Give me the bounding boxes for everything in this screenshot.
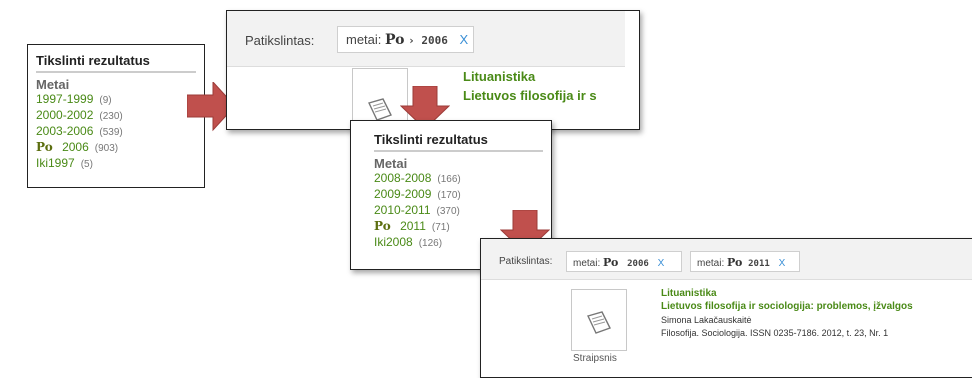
- chip-value: 2006: [627, 259, 649, 269]
- facet-count: (230): [99, 111, 123, 122]
- refine-title: Tikslinti rezultatus: [374, 132, 543, 152]
- refine-title: Tikslinti rezultatus: [36, 53, 196, 73]
- filter-chip[interactable]: metai: Po › 2006 X: [337, 26, 474, 53]
- chip-value: › 2006: [408, 34, 448, 47]
- result-type-label: Straipsnis: [573, 353, 617, 364]
- refine-panel-1: Tikslinti rezultatus Metai 1997-1999 (9) …: [27, 44, 205, 188]
- facet-item[interactable]: 1997-1999 (9): [36, 92, 196, 108]
- facet-link[interactable]: Iki2008: [374, 235, 413, 249]
- chip-po-prefix: Po: [385, 32, 405, 48]
- result-subtitle-link[interactable]: Lietuvos filosofija ir sociologija: prob…: [661, 301, 913, 312]
- close-icon[interactable]: X: [779, 258, 786, 269]
- facet-item[interactable]: 2008-2008 (166): [374, 171, 543, 187]
- facet-count: (5): [80, 159, 93, 170]
- facet-link[interactable]: 2006: [62, 140, 89, 154]
- chip-key: metai:: [697, 258, 725, 269]
- facet-link[interactable]: 2008-2008: [374, 171, 431, 185]
- filter-label: Patikslintas:: [245, 33, 315, 48]
- facet-count: (903): [94, 143, 119, 154]
- result-title-link[interactable]: Lituanistika: [463, 69, 535, 84]
- chip-po-prefix: Po: [727, 256, 743, 269]
- facet-count: (9): [99, 95, 112, 106]
- facet-count: (539): [99, 127, 123, 138]
- facet-count: (71): [431, 222, 450, 233]
- facet-count: (170): [437, 190, 461, 201]
- chip-key: metai:: [573, 258, 601, 269]
- facet-link[interactable]: 2010-2011: [374, 203, 431, 217]
- facet-item[interactable]: 2003-2006 (539): [36, 124, 196, 140]
- chip-po-prefix: Po: [603, 256, 619, 269]
- results-panel-2: Patikslintas: metai: Po 2006 X metai: Po…: [480, 238, 972, 378]
- facet-group-title: Metai: [374, 156, 408, 171]
- facet-count: (166): [437, 174, 461, 185]
- facet-po-prefix: Po: [36, 140, 53, 154]
- facet-item[interactable]: 2009-2009 (170): [374, 187, 543, 203]
- facet-po-prefix: Po: [374, 219, 391, 233]
- result-source: Filosofija. Sociologija. ISSN 0235-7186.…: [661, 328, 889, 338]
- facet-item[interactable]: Po 2006 (903): [36, 140, 196, 156]
- facet-link[interactable]: 2011: [400, 219, 426, 233]
- close-icon[interactable]: X: [658, 258, 665, 269]
- facet-count: (126): [418, 238, 443, 249]
- filter-label: Patikslintas:: [499, 256, 553, 267]
- close-icon[interactable]: X: [460, 32, 469, 47]
- result-author: Simona Lakačauskaitė: [661, 315, 752, 325]
- chip-key: metai:: [346, 32, 382, 47]
- facet-item[interactable]: Iki1997 (5): [36, 156, 196, 172]
- filter-chip[interactable]: metai: Po 2006 X: [566, 251, 682, 272]
- chip-value: 2011: [748, 259, 770, 269]
- facet-link[interactable]: 2000-2002: [36, 108, 93, 122]
- facet-item[interactable]: 2000-2002 (230): [36, 108, 196, 124]
- document-icon: [571, 289, 627, 351]
- result-subtitle-link[interactable]: Lietuvos filosofija ir s: [463, 88, 597, 103]
- facet-link[interactable]: Iki1997: [36, 156, 75, 170]
- facet-count: (370): [436, 206, 460, 217]
- facet-link[interactable]: 1997-1999: [36, 92, 93, 106]
- facet-group-title: Metai: [36, 77, 70, 92]
- facet-link[interactable]: 2009-2009: [374, 187, 431, 201]
- filter-chip[interactable]: metai: Po 2011 X: [690, 251, 800, 272]
- facet-link[interactable]: 2003-2006: [36, 124, 93, 138]
- result-title-link[interactable]: Lituanistika: [661, 288, 717, 299]
